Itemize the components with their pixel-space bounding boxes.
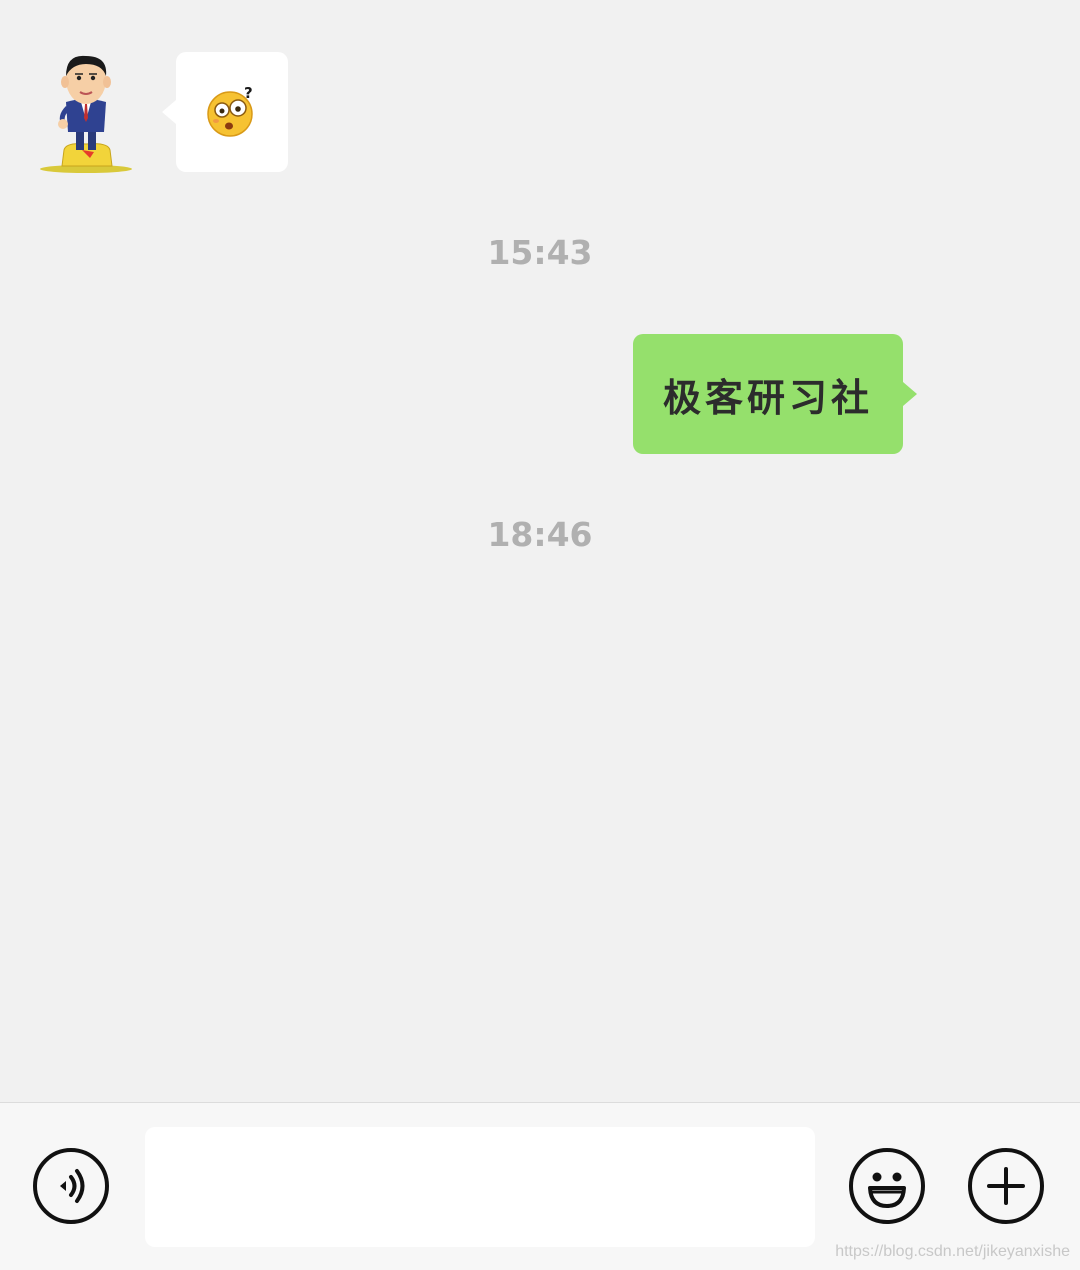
confused-face-emoji-icon: ? [207,86,253,137]
input-bar: https://blog.csdn.net/jikeyanxishe [0,1102,1080,1270]
voice-input-icon [60,1169,85,1203]
contact-avatar-icon[interactable] [36,50,136,174]
outgoing-message-text: 极客研习社 [662,374,873,420]
chat-screen: ? 15:43 极客研习社 18:46 https://blog.csdn.ne… [0,0,1080,1270]
message-list[interactable]: ? 15:43 极客研习社 18:46 [0,0,1080,1102]
voice-input-button[interactable] [33,1148,109,1224]
message-input[interactable] [145,1127,815,1247]
more-options-button[interactable] [968,1148,1044,1224]
svg-text:?: ? [244,86,253,102]
outgoing-message-bubble[interactable]: 极客研习社 [633,334,917,454]
watermark: https://blog.csdn.net/jikeyanxishe [835,1243,1070,1260]
timestamp: 18:46 [487,515,593,554]
emoji-button[interactable] [849,1148,925,1224]
plus-icon [987,1167,1025,1205]
incoming-message-bubble[interactable]: ? [162,52,288,172]
timestamp: 15:43 [487,233,593,272]
emoji-icon [868,1172,906,1208]
cartoon-man-avatar-icon [40,55,132,173]
